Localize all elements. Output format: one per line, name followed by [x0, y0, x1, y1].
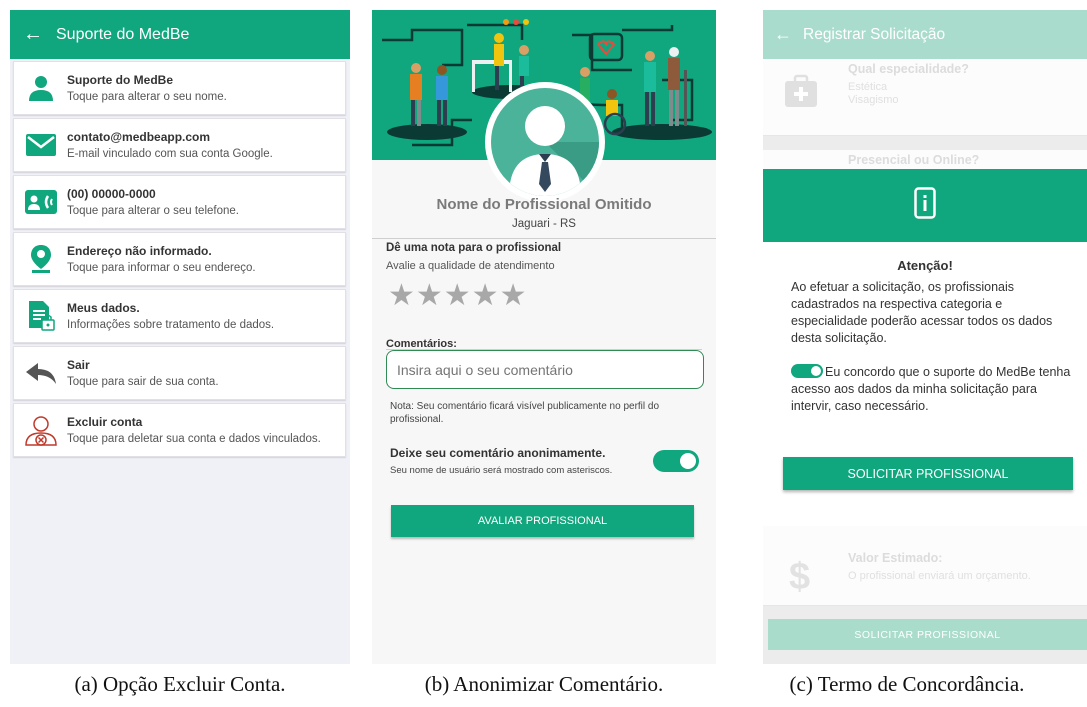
- medical-kit-icon: [783, 73, 819, 114]
- dollar-icon: $: [789, 556, 811, 598]
- professional-city: Jaguari - RS: [512, 218, 576, 230]
- list-item-address[interactable]: Endereço não informado. Toque para inform…: [13, 232, 346, 286]
- request-professional-button[interactable]: SOLICITAR PROFISSIONAL: [783, 457, 1073, 490]
- item-subtitle: Toque para alterar o seu nome.: [67, 91, 227, 103]
- item-subtitle: Toque para alterar o seu telefone.: [67, 205, 239, 217]
- price-card: $ Valor Estimado: O profissional enviará…: [763, 526, 1087, 606]
- item-subtitle: Toque para sair de sua conta.: [67, 376, 219, 388]
- caption-c: (c) Termo de Concordância.: [789, 672, 1025, 696]
- person-icon: [14, 73, 67, 103]
- dialog-title: Atenção!: [897, 258, 953, 273]
- location-pin-icon: [14, 244, 67, 274]
- item-title: Meus dados.: [67, 301, 140, 315]
- delete-user-icon: [14, 414, 67, 446]
- price-subtitle: O profissional enviará um orçamento.: [848, 570, 1031, 582]
- list-item-phone[interactable]: (00) 00000-0000 Toque para alterar o seu …: [13, 175, 346, 229]
- mode-card: Presencial ou Online?: [763, 150, 1087, 169]
- specialty-card: Qual especialidade? Estética Visagismo: [763, 59, 1087, 136]
- anonymous-toggle[interactable]: [653, 450, 699, 472]
- mail-icon: [14, 133, 67, 157]
- app-bar: ← Suporte do MedBe: [10, 10, 350, 59]
- agree-toggle[interactable]: [791, 364, 823, 378]
- list-item-name[interactable]: Suporte do MedBe Toque para alterar o seu…: [13, 61, 346, 115]
- arrow-left-icon[interactable]: ←: [763, 24, 803, 45]
- item-subtitle: Toque para deletar sua conta e dados vin…: [67, 433, 321, 445]
- screen-register-request: Qual especialidade? Estética Visagismo P…: [763, 10, 1087, 664]
- dialog-header: [763, 169, 1087, 242]
- star-rating[interactable]: ★★★★★: [388, 278, 527, 313]
- list-item-email[interactable]: contato@medbeapp.com E-mail vinculado com…: [13, 118, 346, 172]
- anonymous-title: Deixe seu comentário anonimamente.: [390, 446, 606, 460]
- divider: [372, 238, 716, 239]
- professional-name: Nome do Profissional Omitido: [436, 196, 652, 213]
- rating-subtitle: Avalie a qualidade de atendimento: [386, 260, 555, 272]
- agree-row: Eu concordo que o suporte do MedBe tenha…: [763, 364, 1087, 415]
- item-title: Sair: [67, 358, 90, 372]
- toggle-knob: [811, 366, 821, 376]
- contact-phone-icon: [14, 189, 67, 215]
- avatar: [485, 82, 605, 202]
- app-bar-title: Suporte do MedBe: [56, 25, 190, 43]
- app-bar: ← Registrar Solicitação: [763, 10, 1087, 59]
- agree-text: Eu concordo que o suporte do MedBe tenha…: [791, 365, 1071, 413]
- consent-dialog: Atenção! Ao efetuar a solicitação, os pr…: [763, 169, 1087, 526]
- item-title: contato@medbeapp.com: [67, 130, 211, 144]
- mode-title: Presencial ou Online?: [848, 153, 980, 167]
- document-lock-icon: [14, 300, 67, 332]
- submit-rating-button[interactable]: AVALIAR PROFISSIONAL: [391, 505, 694, 537]
- specialty-line1: Estética: [848, 81, 888, 93]
- screen-account-settings: ← Suporte do MedBe Suporte do MedBe Toque…: [10, 10, 350, 664]
- list-item-my-data[interactable]: Meus dados. Informações sobre tratamento …: [13, 289, 346, 343]
- item-subtitle: Toque para informar o seu endereço.: [67, 262, 256, 274]
- item-title: (00) 00000-0000: [67, 187, 156, 201]
- comment-note: Nota: Seu comentário ficará visível publ…: [390, 401, 660, 425]
- rating-title: Dê uma nota para o profissional: [386, 242, 562, 254]
- bottom-request-button[interactable]: SOLICITAR PROFISSIONAL: [768, 619, 1087, 650]
- dialog-body: Ao efetuar a solicitação, os profissiona…: [791, 280, 1053, 345]
- reply-arrow-icon: [14, 361, 67, 385]
- settings-list: Suporte do MedBe Toque para alterar o seu…: [10, 59, 350, 457]
- item-title: Suporte do MedBe: [67, 73, 174, 87]
- item-title: Endereço não informado.: [67, 244, 212, 258]
- comment-input[interactable]: [386, 350, 704, 389]
- app-bar-title: Registrar Solicitação: [803, 25, 946, 43]
- specialty-line2: Visagismo: [848, 94, 899, 106]
- anonymous-subtitle: Seu nome de usuário será mostrado com as…: [390, 465, 613, 476]
- price-title: Valor Estimado:: [848, 551, 943, 565]
- info-phone-icon: [914, 187, 936, 224]
- arrow-left-icon[interactable]: ←: [10, 23, 56, 46]
- screen-rate-professional: Nome do Profissional Omitido Jaguari - R…: [372, 10, 716, 664]
- toggle-knob: [680, 453, 696, 469]
- item-subtitle: Informações sobre tratamento de dados.: [67, 319, 275, 331]
- caption-a: (a) Opção Excluir Conta.: [74, 672, 286, 696]
- item-title: Excluir conta: [67, 415, 143, 429]
- caption-b: (b) Anonimizar Comentário.: [424, 672, 664, 696]
- item-subtitle: E-mail vinculado com sua conta Google.: [67, 148, 273, 160]
- list-item-delete-account[interactable]: Excluir conta Toque para deletar sua cont…: [13, 403, 346, 457]
- specialty-title: Qual especialidade?: [848, 62, 969, 76]
- list-item-logout[interactable]: Sair Toque para sair de sua conta.: [13, 346, 346, 400]
